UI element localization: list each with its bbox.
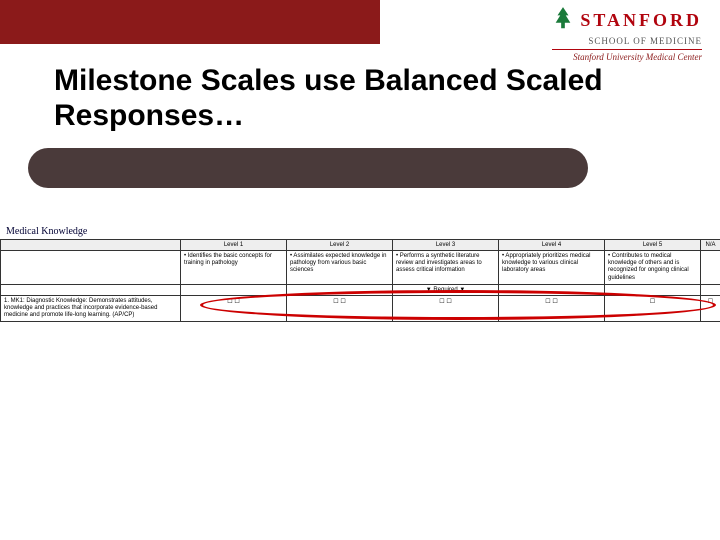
required-marker-row: ▼ Required ▼	[1, 284, 720, 295]
rating-option[interactable]: ☐	[650, 298, 655, 305]
rating-option[interactable]: ☐	[227, 298, 232, 305]
item-label: 1. MK1: Diagnostic Knowledge: Demonstrat…	[1, 295, 181, 322]
level-header: Level 3	[393, 240, 499, 251]
level-header-row: Level 1 Level 2 Level 3 Level 4 Level 5 …	[1, 240, 720, 251]
milestone-table: Level 1 Level 2 Level 3 Level 4 Level 5 …	[0, 239, 720, 322]
level-descriptor: • Identifies the basic concepts for trai…	[181, 251, 287, 285]
level-descriptor: • Contributes to medical knowledge of ot…	[605, 251, 701, 285]
level-header: Level 1	[181, 240, 287, 251]
level-header: Level 5	[605, 240, 701, 251]
rating-option[interactable]: ☐	[708, 298, 713, 305]
level-header: Level 4	[499, 240, 605, 251]
descriptor-row: • Identifies the basic concepts for trai…	[1, 251, 720, 285]
level-descriptor: • Appropriately prioritizes medical know…	[499, 251, 605, 285]
rating-option[interactable]: ☐	[333, 298, 338, 305]
rating-option[interactable]: ☐	[340, 298, 345, 305]
rating-row: 1. MK1: Diagnostic Knowledge: Demonstrat…	[1, 295, 720, 322]
level-descriptor: • Performs a synthetic literature review…	[393, 251, 499, 285]
level-descriptor: • Assimilates expected knowledge in path…	[287, 251, 393, 285]
rating-option[interactable]: ☐	[234, 298, 239, 305]
rating-option[interactable]: ☐	[545, 298, 550, 305]
tree-icon	[552, 6, 574, 34]
university-name: STANFORD	[580, 10, 702, 31]
title-underline-shape	[28, 148, 588, 188]
tagline: Stanford University Medical Center	[552, 52, 702, 62]
branding-block: STANFORD SCHOOL OF MEDICINE Stanford Uni…	[552, 6, 702, 62]
logo-rule	[552, 49, 702, 50]
section-header: Medical Knowledge	[0, 224, 720, 239]
required-marker: ▼ Required ▼	[393, 284, 499, 295]
rating-option[interactable]: ☐	[446, 298, 451, 305]
level-header: N/A	[701, 240, 720, 251]
slide-title: Milestone Scales use Balanced Scaled Res…	[54, 64, 680, 133]
level-header: Level 2	[287, 240, 393, 251]
milestone-table-embed: Medical Knowledge Level 1 Level 2 Level …	[0, 224, 720, 322]
slide: STANFORD SCHOOL OF MEDICINE Stanford Uni…	[0, 0, 720, 540]
school-name: SCHOOL OF MEDICINE	[552, 36, 702, 46]
rating-option[interactable]: ☐	[552, 298, 557, 305]
rating-option[interactable]: ☐	[439, 298, 444, 305]
top-accent-bar	[0, 0, 380, 44]
